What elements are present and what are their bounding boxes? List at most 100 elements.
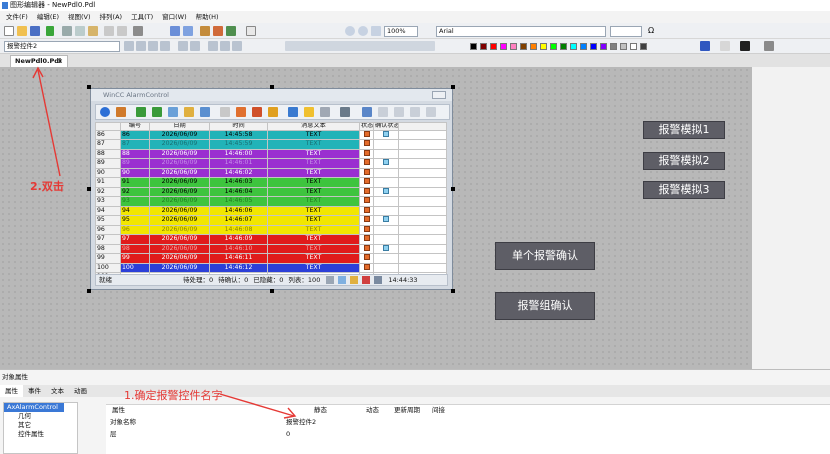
alarm-row[interactable]: 90 90 2026/06/09 14:46:02 TEXT (95, 167, 447, 179)
align-right-icon[interactable] (232, 41, 242, 51)
palette-swatch[interactable] (480, 43, 487, 50)
hit-list-icon[interactable] (220, 107, 230, 117)
paste-icon[interactable] (88, 26, 98, 36)
grid-row[interactable]: 对象名称 报警控件2 (106, 417, 830, 427)
omega-icon[interactable]: Ω (648, 26, 654, 35)
selection-handle[interactable] (451, 85, 455, 89)
object-selector[interactable]: 报警控件2 (4, 41, 120, 52)
palette-swatch[interactable] (510, 43, 517, 50)
selection-handle[interactable] (87, 187, 91, 191)
help-icon[interactable] (246, 26, 256, 36)
shape-tool-icon[interactable] (124, 41, 134, 51)
next-icon[interactable] (394, 107, 404, 117)
library-icon[interactable] (213, 26, 223, 36)
menu-view[interactable]: 视图(V) (68, 11, 91, 23)
alarm-row[interactable]: 97 97 2026/06/09 14:46:09 TEXT (95, 234, 447, 245)
alarm-row[interactable]: 94 94 2026/06/09 14:46:06 TEXT (95, 205, 447, 217)
font-combo[interactable]: Arial (436, 26, 606, 37)
selection-icon[interactable] (304, 107, 314, 117)
palette-swatch[interactable] (580, 43, 587, 50)
menu-file[interactable]: 文件(F) (6, 11, 28, 23)
open-icon[interactable] (17, 26, 27, 36)
menu-arrange[interactable]: 排列(A) (100, 11, 123, 23)
tree-item-geometry[interactable]: 几何 (4, 412, 77, 421)
selection-handle[interactable] (270, 85, 274, 89)
align-left-icon[interactable] (208, 41, 218, 51)
alarm-table[interactable]: 编号 日期 时间 消息文本 状态 确认状态 86 86 2026/06/09 14:4… (95, 122, 447, 282)
alarm-row[interactable]: 99 99 2026/06/09 14:46:11 TEXT (95, 253, 447, 264)
alarm-row[interactable]: 95 95 2026/06/09 14:46:07 TEXT (95, 215, 447, 226)
alarm-row[interactable]: 86 86 2026/06/09 14:45:58 TEXT (95, 129, 447, 141)
column-header[interactable]: 时间 (209, 122, 268, 131)
group-ack-button[interactable]: 报警组确认 (495, 292, 595, 320)
cut-icon[interactable] (62, 26, 72, 36)
tree-item-root[interactable]: AxAlarmControl (4, 403, 64, 412)
menu-help[interactable]: 帮助(H) (196, 11, 219, 23)
history-list-icon[interactable] (152, 107, 162, 117)
alarm-row[interactable]: 92 92 2026/06/09 14:46:04 TEXT (95, 186, 447, 198)
ack-group-icon[interactable] (252, 107, 262, 117)
print-icon[interactable] (340, 107, 350, 117)
column-header[interactable]: 日期 (149, 122, 210, 131)
alarm-row[interactable]: 87 87 2026/06/09 14:45:59 TEXT (95, 139, 447, 150)
alarm-row[interactable]: 93 93 2026/06/09 14:46:05 TEXT (95, 196, 447, 207)
column-header[interactable]: 状态 (359, 122, 374, 131)
tab-text[interactable]: 文本 (46, 385, 69, 397)
palette-swatch[interactable] (490, 43, 497, 50)
filter-icon[interactable] (320, 107, 330, 117)
palette-swatch[interactable] (530, 43, 537, 50)
palette-swatch[interactable] (570, 43, 577, 50)
palette-swatch[interactable] (640, 43, 647, 50)
alarm-row[interactable]: 91 91 2026/06/09 14:46:03 TEXT (95, 177, 447, 188)
selection-handle[interactable] (451, 187, 455, 191)
zoom-out-icon[interactable] (358, 26, 368, 36)
save-icon[interactable] (30, 26, 40, 36)
tree-item-control[interactable]: 控件属性 (4, 430, 77, 439)
alarm-sim-button-2[interactable]: 报警模拟2 (643, 152, 725, 170)
print-icon[interactable] (133, 26, 143, 36)
document-tab[interactable]: NewPdl0.Pdl × (10, 55, 68, 67)
zoom-in-icon[interactable] (345, 26, 355, 36)
journal-icon[interactable] (168, 107, 178, 117)
palette-swatch[interactable] (470, 43, 477, 50)
layers-icon[interactable] (200, 26, 210, 36)
column-header[interactable]: 消息文本 (267, 122, 360, 131)
palette-swatch[interactable] (520, 43, 527, 50)
group-icon[interactable] (148, 41, 158, 51)
undo-icon[interactable] (104, 26, 114, 36)
flip-icon[interactable] (190, 41, 200, 51)
selection-handle[interactable] (270, 289, 274, 293)
lock-icon[interactable] (184, 107, 194, 117)
font-size-combo[interactable] (610, 26, 642, 37)
tab-events[interactable]: 事件 (23, 385, 46, 397)
mirror-icon[interactable] (178, 41, 188, 51)
eyedropper-icon[interactable] (764, 41, 774, 51)
align-center-icon[interactable] (220, 41, 230, 51)
menu-tools[interactable]: 工具(T) (131, 11, 153, 23)
copy-icon[interactable] (75, 26, 85, 36)
alarm-sim-button-3[interactable]: 报警模拟3 (643, 181, 725, 199)
zoom-fit-icon[interactable] (371, 26, 381, 36)
palette-swatch[interactable] (560, 43, 567, 50)
palette-swatch[interactable] (590, 43, 597, 50)
message-list-icon[interactable] (136, 107, 146, 117)
font-color-icon[interactable] (740, 41, 750, 51)
alarm-row[interactable]: 98 98 2026/06/09 14:46:10 TEXT (95, 243, 447, 255)
grid-row[interactable]: 层 0 (106, 429, 830, 439)
palette-swatch[interactable] (500, 43, 507, 50)
column-header[interactable]: 编号 (120, 122, 150, 131)
ack-single-icon[interactable] (236, 107, 246, 117)
help-icon[interactable] (100, 107, 110, 117)
connector-icon[interactable] (136, 41, 146, 51)
menu-window[interactable]: 窗口(W) (162, 11, 187, 23)
single-ack-button[interactable]: 单个报警确认 (495, 242, 595, 270)
tree-item-misc[interactable]: 其它 (4, 421, 77, 430)
previous-icon[interactable] (378, 107, 388, 117)
tab-properties[interactable]: 属性 (0, 385, 23, 397)
close-icon[interactable]: × (58, 56, 63, 67)
palette-swatch[interactable] (550, 43, 557, 50)
alarm-sim-button-1[interactable]: 报警模拟1 (643, 121, 725, 139)
grid-row-value[interactable]: 报警控件2 (286, 417, 316, 427)
zoom-combo[interactable]: 100% (384, 26, 418, 37)
autoscroll-icon[interactable] (426, 107, 436, 117)
